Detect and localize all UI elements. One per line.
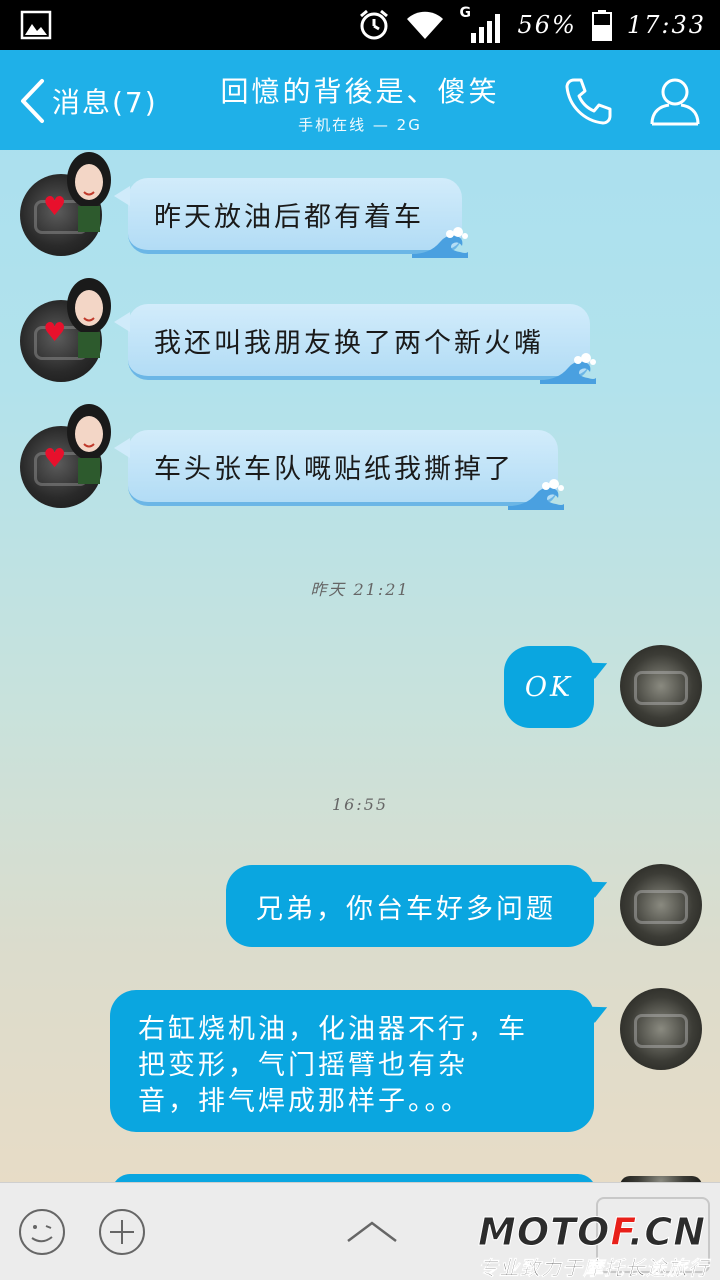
back-chevron-icon — [21, 79, 44, 123]
heart-icon: ♥ — [43, 192, 67, 222]
message-text: 我还叫我朋友换了两个新火嘴 — [154, 327, 544, 359]
clock: 17:33 — [626, 11, 706, 39]
gallery-icon — [20, 10, 52, 40]
incoming-message-bubble[interactable]: 车头张车队嘅贴纸我撕掉了 — [114, 430, 564, 510]
my-avatar[interactable] — [620, 864, 702, 946]
message-timestamp: 昨天 21:21 — [310, 580, 410, 599]
contact-avatar-pendant — [67, 278, 111, 358]
status-bar: G 56% 17:33 — [0, 0, 720, 50]
outgoing-message-bubble[interactable]: 右缸烧机油，化油器不行，车 把变形，气门摇臂也有杂 音，排气焊成那样子。。。 — [110, 990, 594, 1132]
chat-header: 消息(7) 回憶的背後是、傻笑 手机在线 — 2G — [0, 50, 720, 150]
emoji-icon[interactable] — [17, 1207, 67, 1257]
signal-icon — [471, 14, 501, 43]
wave-decoration — [540, 353, 596, 384]
my-avatar[interactable] — [620, 645, 702, 727]
back-label: 消息(7) — [52, 86, 158, 119]
heart-icon: ♥ — [43, 318, 67, 348]
heart-icon: ♥ — [43, 444, 67, 474]
my-avatar[interactable] — [620, 988, 702, 1070]
online-status: 手机在线 — 2G — [298, 116, 422, 134]
phone-icon[interactable] — [562, 75, 614, 127]
message-text-line: 右缸烧机油，化油器不行，车 — [138, 1014, 528, 1045]
outgoing-message-bubble[interactable]: 兄弟，你台车好多问题 — [226, 865, 594, 947]
contact-name: 回憶的背後是、傻笑 — [220, 75, 500, 108]
back-button[interactable]: 消息(7) — [18, 76, 158, 126]
contact-avatar-pendant — [67, 152, 111, 232]
signal-indicator: G — [459, 5, 503, 45]
watermark-logo: MOTOF.CN — [477, 1210, 707, 1254]
chevron-up-icon[interactable] — [344, 1217, 400, 1247]
message-text-line: 把变形，气门摇臂也有杂 — [138, 1050, 468, 1081]
message-text-line: 音，排气焊成那样子。。。 — [138, 1086, 471, 1117]
battery-icon — [591, 10, 612, 41]
alarm-icon — [360, 9, 389, 40]
network-type-label: G — [459, 5, 471, 21]
message-text: 昨天放油后都有着车 — [154, 201, 424, 233]
contact-info[interactable]: 回憶的背後是、傻笑 手机在线 — 2G — [150, 70, 570, 135]
wave-decoration — [508, 479, 564, 510]
contact-avatar-pendant — [67, 404, 111, 484]
message-text: 兄弟，你台车好多问题 — [256, 893, 556, 925]
watermark-tagline: 专业致力于摩托长途旅行 — [478, 1256, 709, 1280]
incoming-message-bubble[interactable]: 我还叫我朋友换了两个新火嘴 — [114, 304, 596, 384]
outgoing-message-bubble[interactable]: OK — [504, 646, 594, 728]
incoming-message-bubble[interactable]: 昨天放油后都有着车 — [114, 178, 468, 258]
message-timestamp: 16:55 — [331, 795, 389, 814]
message-text: 车头张车队嘅贴纸我撕掉了 — [154, 453, 514, 485]
wifi-icon — [407, 11, 444, 39]
wave-decoration — [412, 227, 468, 258]
plus-icon[interactable] — [97, 1207, 147, 1257]
battery-percent: 56% — [517, 11, 577, 39]
profile-icon[interactable] — [648, 74, 702, 128]
message-text: OK — [524, 671, 574, 703]
site-watermark: MOTOF.CN 专业致力于摩托长途旅行 — [477, 1210, 720, 1280]
